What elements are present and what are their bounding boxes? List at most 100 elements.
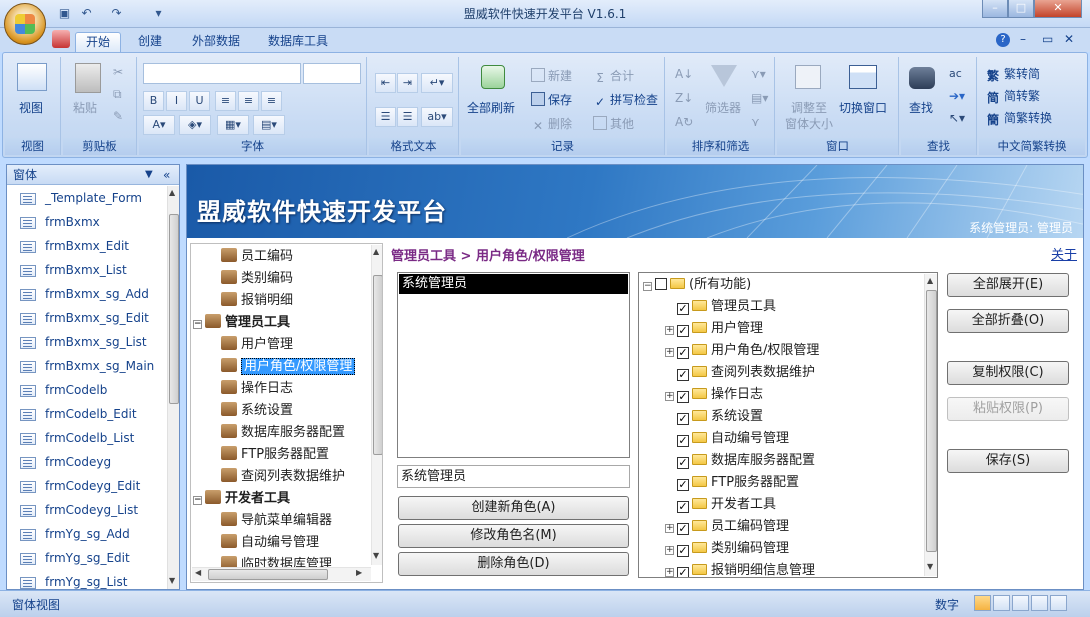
permission-checkbox[interactable]: ✓ — [677, 479, 689, 491]
scroll-down-icon[interactable]: ▼ — [169, 576, 175, 585]
sort-descending-icon[interactable]: Z↓ — [675, 91, 693, 105]
collapse-node-icon[interactable]: − — [193, 320, 202, 329]
tab-external-data[interactable]: 外部数据 — [182, 32, 250, 53]
nav-item[interactable]: frmYg_sg_Edit — [17, 546, 167, 570]
expand-all-button[interactable]: 全部展开(E) — [947, 273, 1069, 297]
align-left-icon[interactable]: ≡ — [215, 91, 236, 111]
redo-icon[interactable]: ↷ — [108, 5, 125, 21]
align-right-icon[interactable]: ≡ — [261, 91, 282, 111]
expander-icon[interactable]: + — [665, 326, 674, 335]
tree-hscroll-thumb[interactable] — [208, 569, 328, 580]
tree-node[interactable]: FTP服务器配置 — [221, 444, 329, 466]
scroll-up-icon[interactable]: ▲ — [373, 247, 379, 256]
tree-node[interactable]: 数据库服务器配置 — [221, 422, 345, 444]
rename-role-button[interactable]: 修改角色名(M) — [398, 524, 629, 548]
tree-scroll-thumb[interactable] — [373, 275, 382, 455]
nav-item[interactable]: frmBxmx_List — [17, 258, 167, 282]
nav-item[interactable]: frmBxmx_Edit — [17, 234, 167, 258]
scroll-up-icon[interactable]: ▲ — [927, 276, 933, 285]
collapse-node-icon[interactable]: − — [193, 496, 202, 505]
bullet-list-icon[interactable]: ☰ — [397, 107, 418, 127]
nav-scrollbar[interactable]: ▲ ▼ — [167, 186, 179, 589]
nav-item[interactable]: frmCodeyg — [17, 450, 167, 474]
toggle-filter-icon[interactable]: ⋎ — [751, 115, 760, 129]
permission-checkbox[interactable]: ✓ — [677, 545, 689, 557]
font-name-combo[interactable] — [143, 63, 301, 84]
scroll-right-icon[interactable]: ▶ — [356, 568, 362, 577]
tree-node[interactable]: − 管理员工具 — [193, 312, 290, 334]
permission-node[interactable]: ✓ 系统设置 — [665, 406, 763, 428]
more-button[interactable]: 其他 — [593, 115, 634, 132]
scroll-down-icon[interactable]: ▼ — [927, 562, 933, 571]
office-button[interactable] — [4, 3, 46, 45]
tree-hscrollbar[interactable]: ◀ ▶ — [192, 567, 371, 581]
goto-icon[interactable]: ➔▾ — [949, 89, 965, 103]
permission-checkbox[interactable]: ✓ — [677, 457, 689, 469]
find-button[interactable]: 查找 — [909, 99, 933, 116]
view-button[interactable]: 视图 — [19, 99, 43, 116]
nav-item[interactable]: _Template_Form — [17, 186, 167, 210]
refresh-all-button[interactable]: 全部刷新 — [467, 99, 515, 116]
permission-node[interactable]: + ✓ 操作日志 — [665, 384, 763, 406]
paste-permissions-button[interactable]: 粘贴权限(P) — [947, 397, 1069, 421]
tree-node[interactable]: 自动编号管理 — [221, 532, 319, 554]
permission-node[interactable]: + ✓ 用户角色/权限管理 — [665, 340, 819, 362]
nav-item[interactable]: frmBxmx_sg_Add — [17, 282, 167, 306]
tree-node[interactable]: 操作日志 — [221, 378, 293, 400]
format-painter-icon[interactable]: ✎ — [113, 109, 123, 123]
role-name-field[interactable]: 系统管理员 — [397, 465, 630, 488]
permission-scroll-thumb[interactable] — [926, 290, 937, 552]
alt-row-color-icon[interactable]: ▤▾ — [253, 115, 285, 135]
expander-icon[interactable]: + — [665, 524, 674, 533]
nav-item[interactable]: frmBxmx_sg_List — [17, 330, 167, 354]
permission-checkbox[interactable]: ✓ — [677, 325, 689, 337]
permission-checkbox[interactable]: ✓ — [677, 523, 689, 535]
doc-restore-button[interactable]: ▭ — [1042, 32, 1053, 46]
selection-filter-icon[interactable]: ⋎▾ — [751, 67, 766, 81]
permission-checkbox[interactable]: ✓ — [677, 347, 689, 359]
indent-increase-icon[interactable]: ⇥ — [397, 73, 418, 93]
convert-button[interactable]: 簡简繁转换 — [987, 109, 1052, 127]
replace-icon[interactable]: ac — [949, 67, 962, 80]
help-icon[interactable]: ? — [996, 33, 1010, 47]
tree-node[interactable]: 系统设置 — [221, 400, 293, 422]
nav-item[interactable]: frmBxmx_sg_Main — [17, 354, 167, 378]
copy-permissions-button[interactable]: 复制权限(C) — [947, 361, 1069, 385]
save-record-button[interactable]: 保存 — [531, 91, 572, 108]
doc-close-button[interactable]: ✕ — [1064, 32, 1074, 46]
fit-window-button[interactable]: 调整至 — [791, 99, 827, 116]
permission-checkbox[interactable]: ✓ — [677, 391, 689, 403]
permission-node[interactable]: + ✓ 用户管理 — [665, 318, 763, 340]
scroll-left-icon[interactable]: ◀ — [195, 568, 201, 577]
maximize-button[interactable]: □ — [1008, 0, 1034, 18]
scroll-down-icon[interactable]: ▼ — [373, 551, 379, 560]
role-list[interactable]: 系统管理员 — [397, 272, 630, 458]
font-size-combo[interactable] — [303, 63, 361, 84]
nav-scroll-thumb[interactable] — [169, 214, 179, 404]
bold-icon[interactable]: B — [143, 91, 164, 111]
expander-icon[interactable]: + — [665, 568, 674, 577]
align-center-icon[interactable]: ≡ — [238, 91, 259, 111]
save-permissions-button[interactable]: 保存(S) — [947, 449, 1069, 473]
permission-checkbox[interactable]: ✓ — [677, 567, 689, 577]
delete-record-button[interactable]: ✕ 删除 — [531, 115, 572, 133]
cut-icon[interactable]: ✂ — [113, 65, 123, 79]
font-color-icon[interactable]: A▾ — [143, 115, 175, 135]
doc-minimize-button[interactable]: – — [1020, 32, 1026, 46]
nav-item[interactable]: frmCodelb_Edit — [17, 402, 167, 426]
permission-checkbox[interactable]: ✓ — [677, 369, 689, 381]
permission-node[interactable]: ✓ 查阅列表数据维护 — [665, 362, 815, 384]
permission-scrollbar[interactable]: ▲ ▼ — [924, 274, 937, 576]
pivotchart-view-icon[interactable] — [1031, 595, 1048, 611]
about-link[interactable]: 关于 — [1051, 244, 1077, 263]
customize-qat-icon[interactable]: ▾ — [150, 5, 167, 21]
italic-icon[interactable]: I — [166, 91, 187, 111]
tree-node[interactable]: 员工编码 — [221, 246, 293, 268]
role-list-item[interactable]: 系统管理员 — [399, 274, 628, 294]
indent-decrease-icon[interactable]: ⇤ — [375, 73, 396, 93]
permission-node[interactable]: − (所有功能) — [643, 274, 751, 296]
permission-node[interactable]: ✓ 管理员工具 — [665, 296, 776, 318]
permission-node[interactable]: ✓ 开发者工具 — [665, 494, 776, 516]
nav-item[interactable]: frmYg_sg_Add — [17, 522, 167, 546]
chevron-down-icon[interactable]: ▼ — [145, 165, 153, 185]
